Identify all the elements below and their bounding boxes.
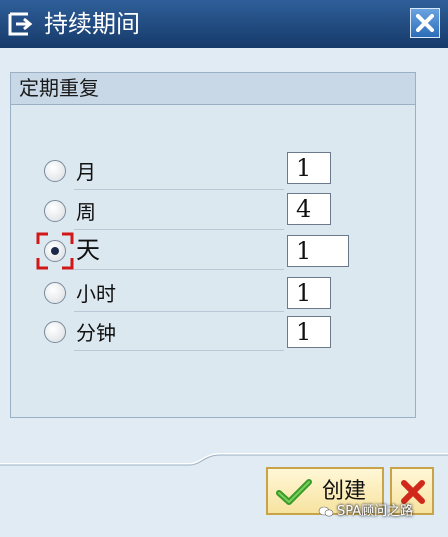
group-header: 定期重复 [11, 73, 415, 105]
option-row-week: 周 [44, 197, 304, 230]
label-hour: 小时 [76, 282, 116, 306]
radio-month[interactable] [44, 160, 66, 182]
checkmark-icon [276, 479, 312, 505]
close-button[interactable] [410, 8, 440, 38]
window-menu-icon[interactable] [8, 11, 34, 37]
duration-dialog: 持续期间 定期重复 月 周 天 小时 [0, 0, 448, 537]
week-value-input[interactable] [287, 193, 331, 225]
row-divider [74, 311, 284, 312]
label-week: 周 [76, 200, 96, 224]
group-title: 定期重复 [19, 76, 99, 100]
radio-week[interactable] [44, 200, 66, 222]
watermark: SPA顾问之路 [318, 500, 413, 519]
option-row-hour: 小时 [44, 279, 304, 312]
close-icon [416, 14, 434, 32]
watermark-text: SPA顾问之路 [337, 504, 414, 519]
title-bar: 持续期间 [0, 0, 448, 48]
day-value-input[interactable] [287, 235, 349, 267]
month-value-input[interactable] [287, 152, 331, 184]
minute-value-input[interactable] [287, 316, 331, 348]
label-day: 天 [76, 236, 100, 264]
radio-minute[interactable] [44, 321, 66, 343]
option-row-day: 天 [36, 232, 304, 270]
option-row-minute: 分钟 [44, 318, 304, 351]
hour-value-input[interactable] [287, 277, 331, 309]
option-row-month: 月 [44, 157, 304, 190]
radio-hour[interactable] [44, 282, 66, 304]
label-month: 月 [76, 160, 96, 184]
row-divider [74, 350, 284, 351]
row-divider [74, 269, 284, 270]
wechat-icon [318, 506, 334, 517]
radio-day[interactable] [44, 240, 66, 262]
row-divider [74, 229, 284, 230]
label-minute: 分钟 [76, 321, 116, 345]
row-divider [74, 189, 284, 190]
window-title: 持续期间 [44, 10, 140, 38]
